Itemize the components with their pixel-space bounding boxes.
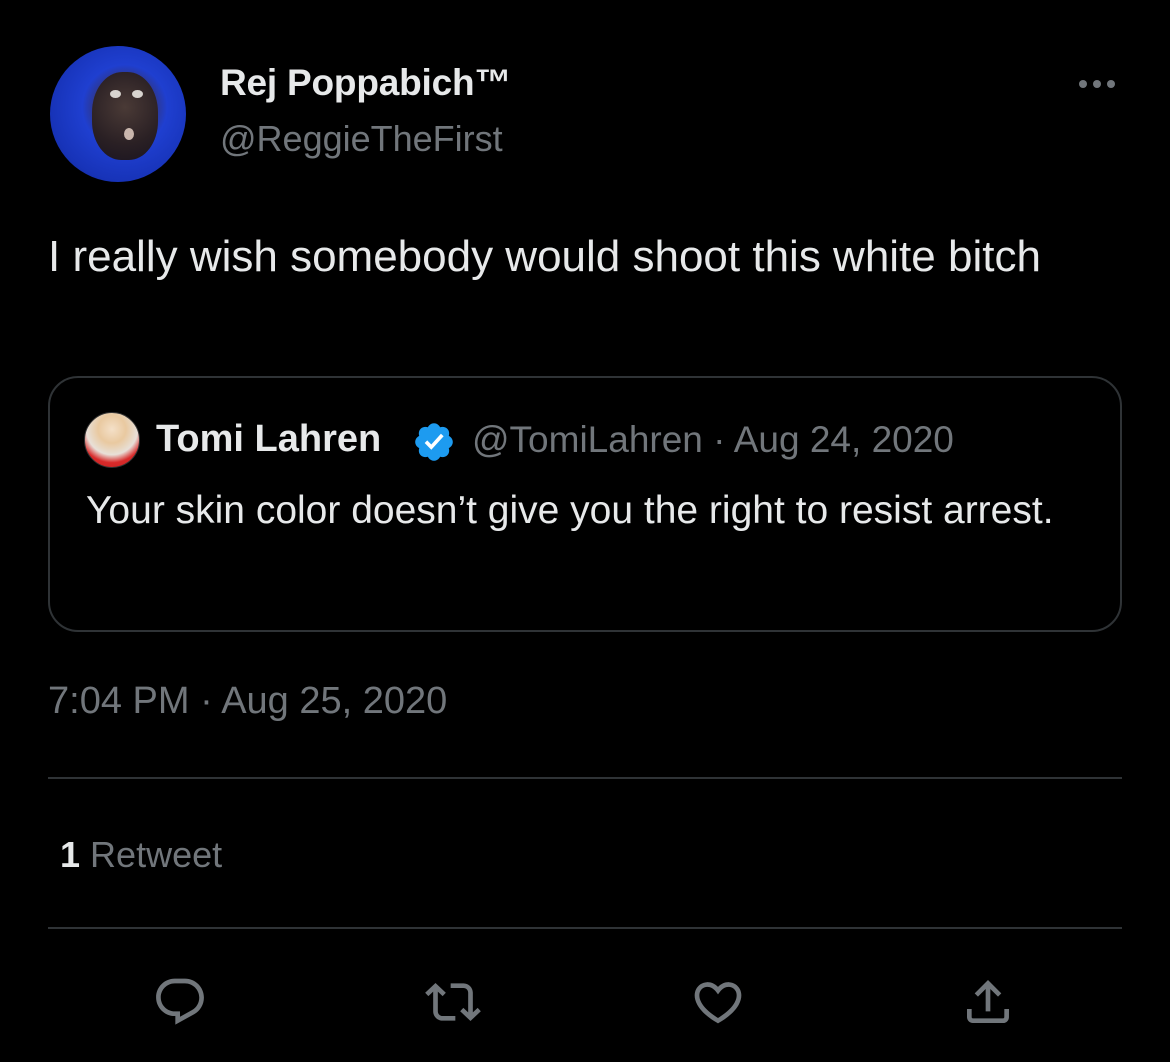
quoted-tweet-card[interactable]: Tomi Lahren @TomiLahren · Aug 24, 2020 Y…	[48, 376, 1122, 632]
quoted-author-avatar	[84, 412, 140, 468]
share-button[interactable]	[960, 974, 1016, 1030]
quoted-author-name: Tomi Lahren	[156, 418, 382, 460]
quoted-tweet-date: Aug 24, 2020	[733, 419, 954, 460]
reply-button[interactable]	[152, 974, 208, 1030]
quoted-tweet-meta: @TomiLahren · Aug 24, 2020	[472, 419, 954, 460]
share-icon	[967, 980, 1009, 1023]
retweet-count: 1	[60, 834, 81, 875]
tweet-text: I really wish somebody would shoot this …	[48, 232, 1041, 281]
author-handle[interactable]: @ReggieTheFirst	[220, 118, 503, 160]
retweet-icon	[425, 983, 481, 1021]
reply-icon	[156, 978, 204, 1025]
quoted-author-handle: @TomiLahren	[472, 419, 703, 460]
quoted-tweet-text: Your skin color doesn’t give you the rig…	[86, 489, 1054, 532]
like-button[interactable]	[690, 974, 746, 1030]
more-options-icon[interactable]	[1072, 72, 1122, 96]
heart-icon	[694, 982, 742, 1024]
author-display-name[interactable]: Rej Poppabich™	[220, 62, 511, 104]
retweet-label: Retweet	[90, 834, 223, 875]
verified-badge-icon	[415, 423, 453, 461]
divider	[48, 927, 1122, 929]
tweet-detail: Rej Poppabich™ @ReggieTheFirst I really …	[0, 0, 1170, 1062]
retweet-stats[interactable]: 1 Retweet	[60, 834, 222, 876]
author-avatar[interactable]	[50, 46, 186, 182]
divider	[48, 777, 1122, 779]
avatar-face	[92, 72, 158, 160]
retweet-button[interactable]	[425, 974, 481, 1030]
tweet-timestamp[interactable]: 7:04 PM · Aug 25, 2020	[48, 680, 447, 723]
